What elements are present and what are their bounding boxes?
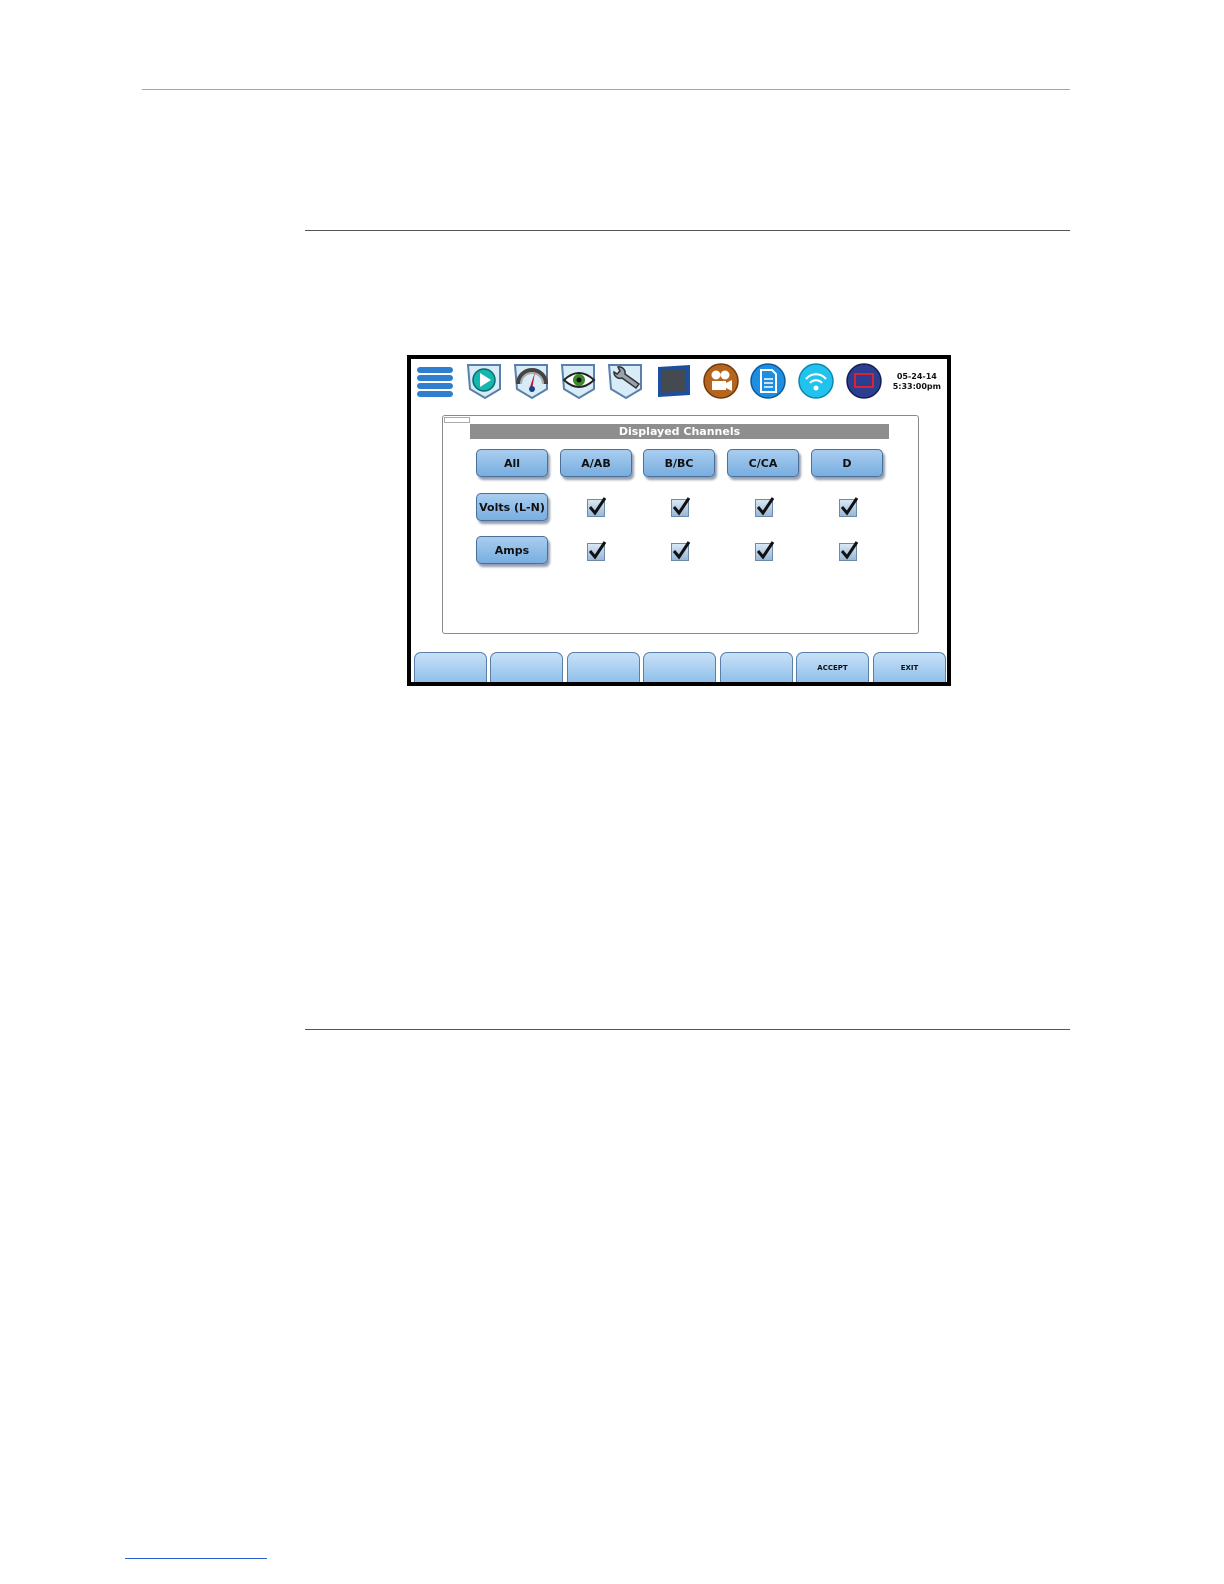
wrench-icon[interactable]: [606, 362, 646, 400]
exit-button[interactable]: EXIT: [873, 652, 946, 682]
checkbox-amps-c[interactable]: [755, 541, 775, 561]
device-screen: 05-24-14 5:33:00pm Displayed Channels Al…: [411, 359, 947, 682]
checkbox-amps-b[interactable]: [671, 541, 691, 561]
camera-icon[interactable]: [701, 362, 741, 400]
header-rule: [142, 89, 1070, 90]
play-icon[interactable]: [465, 362, 505, 400]
row-button-amps[interactable]: Amps: [476, 536, 548, 564]
checkbox-amps-d[interactable]: [839, 541, 859, 561]
datetime-readout: 05-24-14 5:33:00pm: [893, 372, 941, 392]
checkbox-volts-c[interactable]: [755, 497, 775, 517]
stop-icon[interactable]: [844, 362, 884, 400]
monitor-icon[interactable]: [654, 362, 694, 400]
row-button-volts[interactable]: Volts (L-N): [476, 493, 548, 521]
panel-tab: [444, 417, 470, 423]
date-text: 05-24-14: [896, 372, 937, 381]
eye-icon[interactable]: [559, 362, 599, 400]
section-rule-bottom: [305, 1029, 1070, 1030]
column-button-d[interactable]: D: [811, 449, 883, 477]
column-button-a-ab[interactable]: A/AB: [560, 449, 632, 477]
toolbar: 05-24-14 5:33:00pm: [411, 359, 947, 403]
checkbox-volts-d[interactable]: [839, 497, 859, 517]
softkey-5[interactable]: [720, 652, 793, 682]
checkbox-volts-b[interactable]: [671, 497, 691, 517]
section-rule-top: [305, 230, 1070, 231]
column-button-b-bc[interactable]: B/BC: [643, 449, 715, 477]
softkey-3[interactable]: [567, 652, 640, 682]
column-button-c-ca[interactable]: C/CA: [727, 449, 799, 477]
wireless-icon[interactable]: [796, 362, 836, 400]
softkey-bar: ACCEPT EXIT: [411, 650, 947, 682]
footer-rule: [125, 1558, 267, 1559]
displayed-channels-panel: Displayed Channels All A/AB B/BC C/CA D …: [442, 415, 919, 634]
menu-icon[interactable]: [415, 362, 455, 400]
softkey-4[interactable]: [643, 652, 716, 682]
checkbox-amps-a[interactable]: [587, 541, 607, 561]
time-text: 5:33:00pm: [892, 382, 941, 391]
softkey-1[interactable]: [414, 652, 487, 682]
accept-button[interactable]: ACCEPT: [796, 652, 869, 682]
column-button-all[interactable]: All: [476, 449, 548, 477]
checkbox-volts-a[interactable]: [587, 497, 607, 517]
device-screenshot: 05-24-14 5:33:00pm Displayed Channels Al…: [407, 355, 951, 686]
document-icon[interactable]: [748, 362, 788, 400]
gauge-icon[interactable]: [512, 362, 552, 400]
panel-title: Displayed Channels: [470, 424, 889, 439]
softkey-2[interactable]: [490, 652, 563, 682]
